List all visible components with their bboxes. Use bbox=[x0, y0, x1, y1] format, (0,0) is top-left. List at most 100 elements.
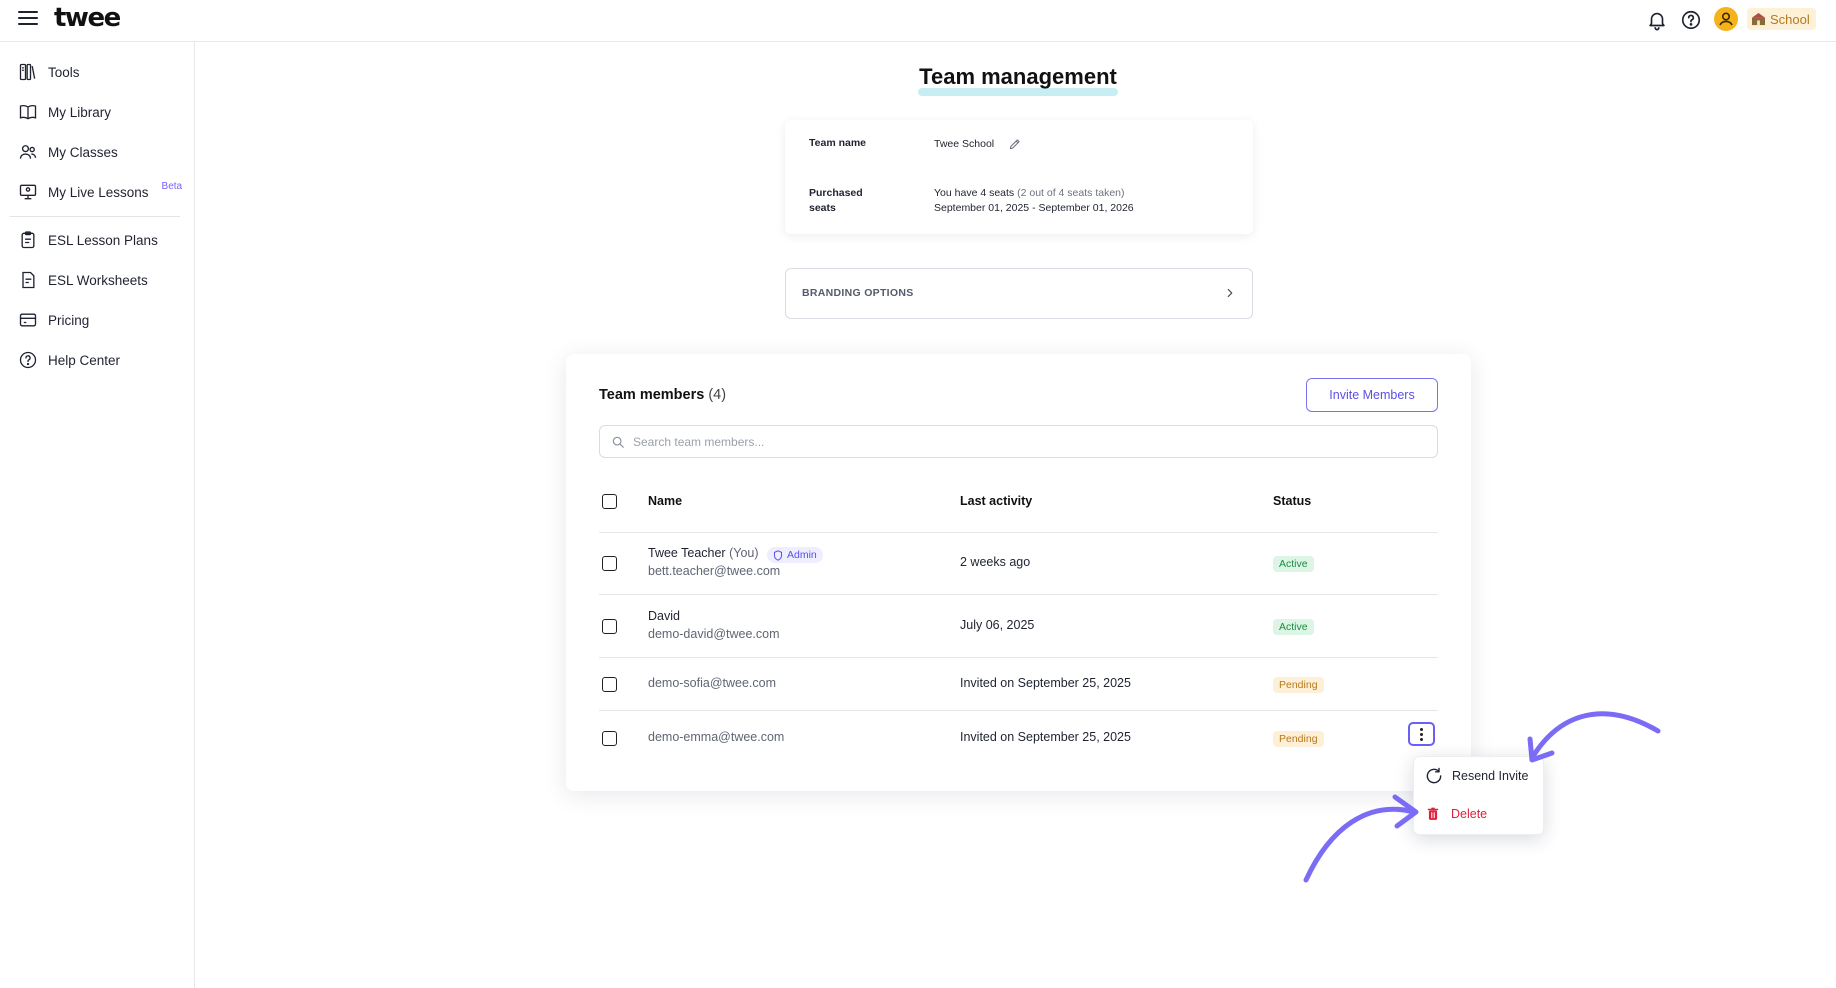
sidebar-item-tools[interactable]: Tools bbox=[18, 60, 80, 84]
page-title-wrap: Team management bbox=[918, 64, 1118, 96]
sidebar-item-esl-lesson-plans[interactable]: ESL Lesson Plans bbox=[18, 228, 158, 252]
member-name: Twee Teacher (You) bbox=[648, 546, 759, 560]
seats-count: You have 4 seats bbox=[934, 187, 1015, 199]
presentation-icon bbox=[19, 184, 37, 200]
seats-period: September 01, 2025 - September 01, 2026 bbox=[934, 202, 1134, 214]
branding-options-row[interactable]: BRANDING OPTIONS bbox=[785, 268, 1253, 319]
column-header-name[interactable]: Name bbox=[648, 494, 682, 508]
sidebar-item-my-live-lessons[interactable]: My Live Lessons Beta bbox=[18, 180, 182, 204]
member-email: demo-emma@twee.com bbox=[648, 730, 785, 744]
sidebar-item-label: ESL Lesson Plans bbox=[48, 232, 158, 248]
branding-options-label: BRANDING OPTIONS bbox=[802, 287, 914, 299]
search-field[interactable] bbox=[599, 425, 1438, 458]
sidebar-item-label: My Classes bbox=[48, 144, 118, 160]
row-divider bbox=[599, 710, 1438, 711]
admin-badge: Admin bbox=[767, 547, 823, 563]
column-header-last-activity[interactable]: Last activity bbox=[960, 494, 1032, 508]
member-name-text: Twee Teacher bbox=[648, 546, 726, 560]
row-checkbox[interactable] bbox=[602, 556, 617, 571]
last-activity: July 06, 2025 bbox=[960, 618, 1035, 632]
sidebar-item-help-center[interactable]: Help Center bbox=[18, 348, 120, 372]
refresh-icon bbox=[1426, 767, 1442, 784]
column-header-status[interactable]: Status bbox=[1273, 494, 1311, 508]
seats-info: You have 4 seats (2 out of 4 seats taken… bbox=[934, 186, 1134, 216]
team-name-label: Team name bbox=[809, 137, 866, 149]
purchased-seats-label: Purchased seats bbox=[809, 186, 863, 216]
school-icon bbox=[1752, 12, 1765, 25]
sidebar-item-label: Help Center bbox=[48, 352, 121, 368]
last-activity: Invited on September 25, 2025 bbox=[960, 676, 1131, 690]
member-email: demo-sofia@twee.com bbox=[648, 676, 777, 690]
avatar[interactable] bbox=[1714, 7, 1738, 31]
member-email: demo-david@twee.com bbox=[648, 627, 780, 641]
chevron-right-icon bbox=[1227, 288, 1233, 298]
purchased-seats-label-line2: seats bbox=[809, 202, 836, 214]
status-badge: Active bbox=[1273, 619, 1314, 635]
team-members-heading: Team members bbox=[599, 387, 705, 403]
bell-icon[interactable] bbox=[1646, 9, 1668, 31]
sidebar-item-label: My Library bbox=[48, 104, 112, 120]
book-icon bbox=[19, 104, 37, 120]
admin-label: Admin bbox=[787, 549, 817, 561]
team-members-title: Team members (4) bbox=[599, 387, 726, 403]
help-circle-icon bbox=[19, 351, 37, 369]
row-checkbox[interactable] bbox=[602, 731, 617, 746]
team-info-card: Team name Twee School Purchased seats Yo… bbox=[785, 120, 1253, 234]
member-name: David bbox=[648, 609, 680, 623]
edit-pencil-icon[interactable] bbox=[1008, 137, 1022, 151]
row-divider bbox=[599, 532, 1438, 533]
sidebar-item-esl-worksheets[interactable]: ESL Worksheets bbox=[18, 268, 148, 292]
arrow-to-delete bbox=[1303, 806, 1417, 883]
team-members-card: Team members (4) Invite Members Name Las… bbox=[566, 354, 1471, 791]
status-badge: Pending bbox=[1273, 731, 1324, 747]
credit-card-icon bbox=[19, 313, 37, 327]
arrow-to-resend bbox=[1529, 711, 1661, 761]
status-badge: Pending bbox=[1273, 677, 1324, 693]
top-bar: twee School bbox=[0, 0, 1836, 42]
seats-line1: You have 4 seats (2 out of 4 seats taken… bbox=[934, 186, 1134, 201]
row-actions-button[interactable] bbox=[1408, 722, 1435, 746]
purchased-seats-label-line1: Purchased bbox=[809, 187, 863, 199]
row-actions-menu: Resend Invite Delete bbox=[1413, 756, 1544, 835]
resend-invite-label: Resend Invite bbox=[1452, 769, 1529, 783]
trash-icon bbox=[1427, 807, 1439, 820]
last-activity: Invited on September 25, 2025 bbox=[960, 730, 1131, 744]
delete-menu-item[interactable]: Delete bbox=[1426, 803, 1487, 825]
sidebar-item-label: ESL Worksheets bbox=[48, 272, 148, 288]
beta-badge: Beta bbox=[161, 180, 183, 192]
shield-icon bbox=[773, 549, 783, 561]
page-title: Team management bbox=[919, 64, 1117, 89]
school-label: School bbox=[1770, 11, 1810, 27]
school-badge[interactable]: School bbox=[1747, 8, 1816, 30]
logo[interactable]: twee bbox=[54, 3, 121, 33]
row-divider bbox=[599, 594, 1438, 595]
sidebar-item-pricing[interactable]: Pricing bbox=[18, 308, 89, 332]
you-label: (You) bbox=[729, 546, 759, 560]
tools-icon bbox=[19, 63, 36, 81]
delete-label: Delete bbox=[1451, 807, 1488, 821]
users-icon bbox=[19, 145, 37, 159]
row-checkbox[interactable] bbox=[602, 677, 617, 692]
invite-members-button[interactable]: Invite Members bbox=[1306, 378, 1438, 412]
sidebar-item-my-library[interactable]: My Library bbox=[18, 100, 111, 124]
search-input[interactable] bbox=[633, 432, 1413, 452]
sidebar-item-label: My Live Lessons bbox=[48, 184, 149, 200]
search-icon bbox=[612, 436, 624, 448]
worksheet-icon bbox=[22, 271, 35, 289]
sidebar-divider bbox=[10, 216, 180, 217]
menu-icon[interactable] bbox=[18, 11, 38, 27]
row-checkbox[interactable] bbox=[602, 619, 617, 634]
resend-invite-menu-item[interactable]: Resend Invite bbox=[1424, 765, 1528, 787]
member-email: bett.teacher@twee.com bbox=[648, 564, 781, 578]
status-badge: Active bbox=[1273, 556, 1314, 572]
clipboard-icon bbox=[21, 231, 35, 249]
last-activity: 2 weeks ago bbox=[960, 555, 1031, 569]
team-name-value: Twee School bbox=[934, 138, 995, 150]
sidebar-item-label: Pricing bbox=[48, 312, 90, 328]
seats-taken: (2 out of 4 seats taken) bbox=[1017, 187, 1125, 199]
sidebar-item-label: Tools bbox=[48, 64, 80, 80]
help-icon[interactable] bbox=[1680, 9, 1702, 31]
team-members-count: (4) bbox=[708, 387, 727, 403]
sidebar-item-my-classes[interactable]: My Classes bbox=[18, 140, 118, 164]
select-all-checkbox[interactable] bbox=[602, 494, 617, 509]
